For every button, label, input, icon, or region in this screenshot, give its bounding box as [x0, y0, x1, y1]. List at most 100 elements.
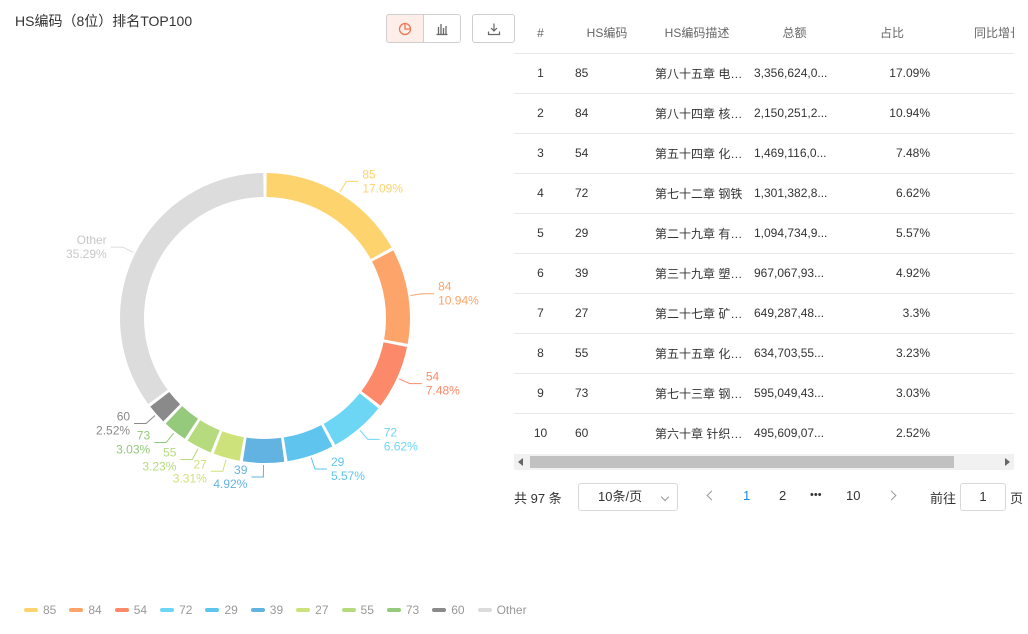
table-row[interactable]: 1060第六十章 针织物及钩编织物495,609,07...2.52% — [514, 413, 1014, 453]
legend-swatch — [432, 608, 447, 612]
donut-slice-other[interactable] — [119, 173, 264, 405]
leader-line-60 — [134, 415, 156, 425]
cell-hs-code: 85 — [567, 53, 647, 94]
next-page-icon[interactable] — [886, 490, 897, 501]
cell-ratio: 7.48% — [842, 133, 942, 174]
prev-page-icon[interactable] — [706, 490, 717, 501]
page-size-value: 10条/页 — [598, 489, 643, 504]
chevron-down-icon — [660, 492, 670, 502]
cell-index: 2 — [514, 93, 567, 134]
legend-swatch — [296, 608, 311, 612]
table-row[interactable]: 354第五十四章 化学纤维长丝1,469,116,0...7.48% — [514, 133, 1014, 174]
header-yoy[interactable]: 同比增长 — [942, 13, 1014, 54]
table-row[interactable]: 973第七十三章 钢铁制品595,049,43...3.03% — [514, 373, 1014, 414]
slice-label-name: 39 — [234, 463, 248, 477]
page-10[interactable]: 10 — [846, 488, 860, 503]
cell-index: 7 — [514, 293, 567, 334]
cell-hs-code: 84 — [567, 93, 647, 134]
cell-index: 6 — [514, 253, 567, 294]
legend-item-27[interactable]: 27 — [296, 603, 329, 617]
cell-index: 9 — [514, 373, 567, 414]
goto-page-input[interactable]: 1 — [960, 483, 1006, 511]
header-hs-description[interactable]: HS编码描述 — [647, 13, 747, 54]
legend-item-29[interactable]: 29 — [205, 603, 238, 617]
legend-item-73[interactable]: 73 — [386, 603, 419, 617]
donut-slice-27[interactable] — [213, 431, 244, 461]
slice-label-percent: 7.48% — [426, 384, 460, 398]
page-size-select[interactable]: 10条/页 — [578, 483, 678, 511]
slice-label-percent: 5.57% — [331, 469, 365, 483]
page-more[interactable]: ••• — [810, 489, 822, 501]
pagination: 共 97 条 10条/页 1 2 ••• 10 前往 1 页 — [514, 483, 1028, 511]
slice-label-name: 27 — [193, 457, 207, 471]
cell-total: 495,609,07... — [747, 413, 842, 453]
slice-label-name: 72 — [384, 425, 398, 439]
cell-total: 2,150,251,2... — [747, 93, 842, 134]
legend-label: 60 — [451, 603, 465, 617]
legend-item-60[interactable]: 60 — [432, 603, 465, 617]
cell-hs-code: 60 — [567, 413, 647, 453]
legend-item-39[interactable]: 39 — [250, 603, 284, 617]
cell-yoy — [942, 293, 1014, 334]
cell-hs-code: 72 — [567, 173, 647, 214]
donut-slice-72[interactable] — [323, 393, 379, 445]
cell-hs-description: 第五十五章 化学纤维短纤 — [647, 333, 747, 374]
slice-label-name: 55 — [163, 445, 177, 459]
legend-swatch — [24, 608, 38, 612]
scrollbar-thumb[interactable] — [530, 456, 954, 468]
legend-label: 72 — [179, 603, 193, 617]
cell-hs-code: 29 — [567, 213, 647, 254]
donut-slice-39[interactable] — [242, 437, 285, 464]
leader-line-other — [110, 246, 134, 253]
header-total[interactable]: 总额 — [747, 13, 842, 54]
slice-label-percent: 17.09% — [362, 181, 403, 195]
legend-item-other[interactable]: Other — [477, 603, 527, 617]
table-row[interactable]: 185第八十五章 电机、电气设备及其零件3,356,624,0...17.09% — [514, 53, 1014, 94]
cell-hs-description: 第二十九章 有机化学品 — [647, 213, 747, 254]
cell-hs-description: 第七十二章 钢铁 — [647, 173, 747, 214]
legend-item-54[interactable]: 54 — [114, 603, 147, 617]
scroll-left-icon[interactable] — [518, 458, 523, 466]
legend-label: 39 — [269, 603, 284, 617]
leader-line-85 — [339, 180, 359, 192]
legend-item-55[interactable]: 55 — [341, 603, 374, 617]
table-row[interactable]: 727第二十七章 矿物燃料、矿物油649,287,48...3.3% — [514, 293, 1014, 334]
cell-total: 1,301,382,8... — [747, 173, 842, 214]
leader-line-84 — [410, 293, 435, 297]
cell-yoy — [942, 253, 1014, 294]
slice-label-name: Other — [77, 233, 107, 247]
cell-yoy — [942, 93, 1014, 134]
cell-hs-description: 第八十五章 电机、电气设备及其零件 — [647, 53, 747, 94]
legend-item-72[interactable]: 72 — [160, 603, 192, 617]
page-2[interactable]: 2 — [779, 488, 786, 503]
header-ratio[interactable]: 占比 — [842, 13, 942, 54]
donut-slice-54[interactable] — [361, 342, 408, 406]
slice-label-name: 73 — [137, 429, 151, 443]
cell-index: 4 — [514, 173, 567, 214]
table-row[interactable]: 639第三十九章 塑料及其制品967,067,93...4.92% — [514, 253, 1014, 294]
table-row[interactable]: 529第二十九章 有机化学品1,094,734,9...5.57% — [514, 213, 1014, 254]
table-row[interactable]: 855第五十五章 化学纤维短纤634,703,55...3.23% — [514, 333, 1014, 374]
cell-ratio: 3.03% — [842, 373, 942, 414]
legend-item-85[interactable]: 85 — [24, 603, 56, 617]
header-index[interactable]: # — [514, 13, 567, 54]
donut-slice-84[interactable] — [372, 250, 411, 344]
leader-line-73 — [154, 432, 175, 444]
donut-slice-29[interactable] — [283, 425, 333, 462]
legend-label: 29 — [224, 603, 238, 617]
cell-yoy — [942, 413, 1014, 453]
scroll-right-icon[interactable] — [1005, 458, 1010, 466]
cell-index: 8 — [514, 333, 567, 374]
header-hs-code[interactable]: HS编码 — [567, 13, 647, 54]
ranking-table: # HS编码 HS编码描述 总额 占比 同比增长 185第八十五章 电机、电气设… — [514, 13, 1014, 453]
legend-item-84[interactable]: 84 — [69, 603, 102, 617]
table-row[interactable]: 284第八十四章 核反应堆、锅炉、机器2,150,251,2...10.94% — [514, 93, 1014, 134]
slice-label-name: 60 — [117, 410, 131, 424]
table-row[interactable]: 4 72 第七十二章 钢铁 1,301,382,8... 6.62% — [514, 173, 1014, 214]
table-horizontal-scrollbar[interactable] — [514, 454, 1014, 470]
page-1[interactable]: 1 — [743, 488, 750, 503]
leader-line-54 — [398, 378, 422, 385]
chart-legend: 85 84 54 72 29 39 27 55 73 60 Other — [24, 603, 540, 617]
cell-ratio: 6.62% — [842, 173, 942, 214]
pagination-total: 共 97 条 — [514, 491, 562, 506]
